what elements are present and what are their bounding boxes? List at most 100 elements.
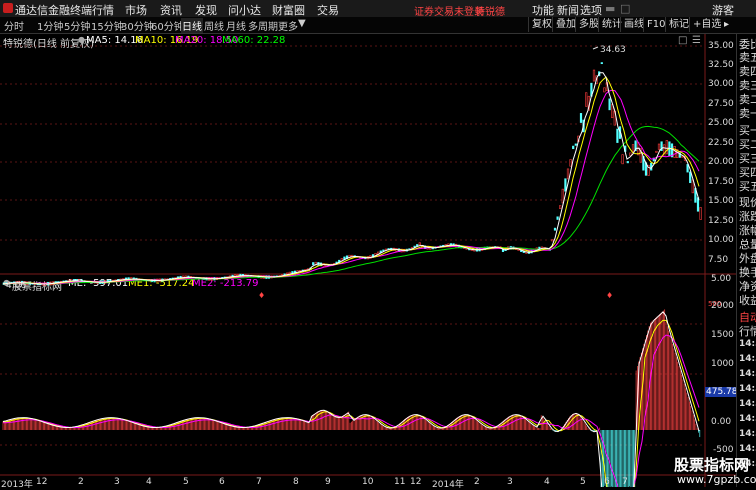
tick-time: 14:50 <box>739 444 756 454</box>
low-label: 4.06 <box>6 281 26 291</box>
x-tick: 12 <box>36 477 48 487</box>
tick-header: 行情 <box>739 325 756 338</box>
x-tick: 3 <box>114 477 120 487</box>
menu-faxian[interactable]: 发现 <box>195 2 217 18</box>
price-tick: 27.50 <box>708 99 734 109</box>
high-label: 34.63 <box>600 45 626 55</box>
quote-label: 收益 <box>739 294 756 307</box>
ma20-line <box>3 89 700 285</box>
candle <box>566 168 570 180</box>
candle <box>600 62 603 65</box>
menu-xinwen[interactable]: 新闻 <box>557 2 579 18</box>
tick-time: 14:50 <box>739 399 756 409</box>
candle <box>631 144 635 152</box>
btn-zixuan[interactable]: +自选 <box>689 17 724 32</box>
event-marker-icon[interactable]: ♦ <box>258 291 265 300</box>
x-tick: 3 <box>507 477 513 487</box>
period-weekly[interactable]: 周线 <box>204 18 224 33</box>
more-dropdown-icon[interactable]: ▼ <box>298 18 306 29</box>
period-15min[interactable]: 15分钟 <box>91 18 124 33</box>
x-tick: 10 <box>362 477 374 487</box>
candle <box>312 262 315 266</box>
menu-jiaoyi[interactable]: 交易 <box>317 2 339 18</box>
candle <box>657 143 661 150</box>
menu-shichang[interactable]: 市场 <box>125 2 147 18</box>
indicator-tick: 0.00 <box>711 417 732 427</box>
x-tick: 5 <box>580 477 586 487</box>
period-30min[interactable]: 30分钟 <box>121 18 154 33</box>
candle <box>681 155 684 158</box>
candle <box>418 242 421 246</box>
x-tick: 4 <box>146 477 152 487</box>
me-line <box>2 311 700 487</box>
period-1min[interactable]: 1分钟 <box>37 18 63 33</box>
toolbar-scroll-icon[interactable]: ▸ <box>724 17 729 32</box>
candle <box>626 161 629 164</box>
menu-wenxiaoda[interactable]: 问小达 <box>228 2 261 18</box>
menu-hangqing[interactable]: 行情 <box>92 2 114 18</box>
me2-line <box>2 334 700 487</box>
x-tick: 7 <box>256 477 262 487</box>
x-tick: 2 <box>78 477 84 487</box>
price-tick: 10.00 <box>708 235 734 245</box>
period-daily[interactable]: 日线 <box>181 18 203 33</box>
ma5-line <box>2 72 700 285</box>
menu-caifuquan[interactable]: 财富圈 <box>272 2 305 18</box>
candlestick-series <box>2 62 702 286</box>
candle <box>608 98 611 111</box>
candle <box>556 216 559 220</box>
title-bar: 通达信金融终端 行情 市场 资讯 发现 问小达 财富圈 交易 证券交易未登录 特… <box>0 0 756 18</box>
menu-zixun[interactable]: 资讯 <box>160 2 182 18</box>
price-tick: 20.00 <box>708 157 734 167</box>
ma60-line <box>3 125 700 285</box>
quote-label: 卖一 <box>739 107 756 120</box>
candle <box>621 154 624 165</box>
ma10-line <box>2 76 700 285</box>
price-tick: 7.50 <box>708 255 729 265</box>
sub-grid <box>0 323 705 375</box>
menu-youke[interactable]: 游客 <box>712 2 734 18</box>
price-axis: 35.00 32.50 30.00 27.50 25.00 22.50 20.0… <box>705 34 739 487</box>
candle <box>616 128 619 143</box>
candle <box>611 104 614 119</box>
app-title: 通达信金融终端 <box>15 4 92 17</box>
minimize-icon[interactable]: ▬ <box>605 2 615 15</box>
period-60min[interactable]: 60分钟 <box>151 18 184 33</box>
quote-label: 买五 <box>739 180 756 193</box>
login-status[interactable]: 证券交易未登录 <box>414 3 484 18</box>
price-tick: 25.00 <box>708 118 734 128</box>
candle <box>416 244 419 247</box>
price-tick: 32.50 <box>708 60 734 70</box>
candle <box>689 171 692 184</box>
period-multi[interactable]: 多周期 <box>248 18 278 33</box>
event-marker-icon[interactable]: ♦ <box>606 291 613 300</box>
btn-biaoji[interactable]: 标记 <box>665 17 692 32</box>
period-more[interactable]: 更多 <box>278 18 298 33</box>
period-fenshi[interactable]: 分时 <box>4 18 24 33</box>
period-toolbar: 分时 1分钟 5分钟 15分钟 30分钟 60分钟 日线 周线 月线 多周期 更… <box>0 17 756 34</box>
tick-time: 14:50 <box>739 429 756 439</box>
tick-time: 14:50 <box>739 384 756 394</box>
btn-fuquan[interactable]: 复权 <box>528 17 555 32</box>
x-tick: 7 <box>622 477 628 487</box>
stock-tag: 特锐德 <box>475 7 505 18</box>
x-tick: 6 <box>219 477 225 487</box>
menu-xuanxiang[interactable]: 选项 <box>580 2 602 18</box>
candle <box>585 92 588 107</box>
menu-gongneng[interactable]: 功能 <box>532 2 554 18</box>
candle <box>603 87 606 93</box>
high-marker <box>592 46 599 50</box>
maximize-icon[interactable]: □ <box>620 2 630 15</box>
x-tick: 12 <box>410 477 422 487</box>
chart-canvas[interactable]: 34.63 4.06 ♦ ♦ <box>0 34 736 487</box>
x-tick: 11 <box>394 477 406 487</box>
candle <box>629 152 632 156</box>
x-tick: 9 <box>325 477 331 487</box>
price-tick: 30.00 <box>708 79 734 89</box>
indicator-tick: 1000 <box>711 359 734 369</box>
period-5min[interactable]: 5分钟 <box>64 18 90 33</box>
period-monthly[interactable]: 月线 <box>226 18 246 33</box>
x-tick: 8 <box>293 477 299 487</box>
price-tick: 12.50 <box>708 216 734 226</box>
candle <box>551 239 554 242</box>
